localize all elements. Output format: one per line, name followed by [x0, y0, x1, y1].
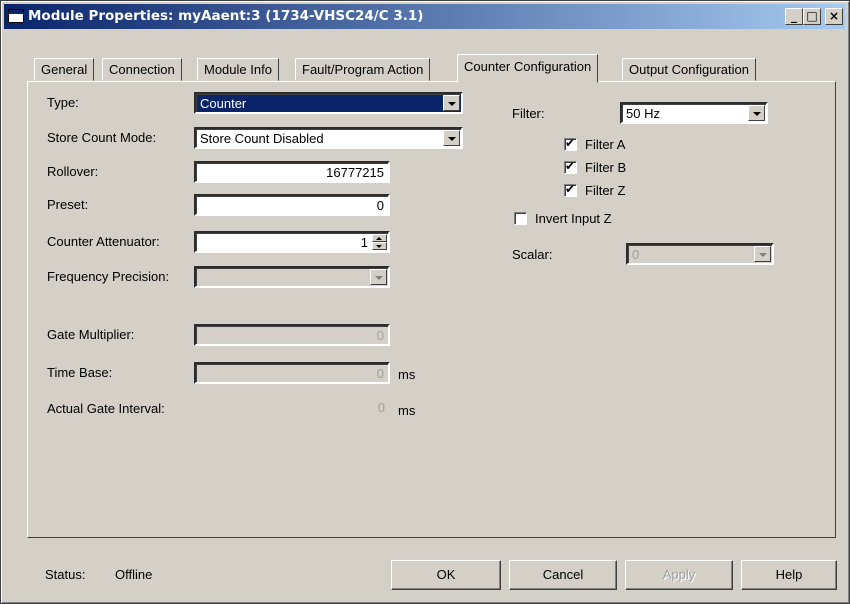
tab-counter-configuration[interactable]: Counter Configuration [457, 54, 599, 83]
ok-button[interactable]: OK [391, 560, 501, 590]
filter-b-checkbox[interactable] [564, 159, 577, 174]
scalar-value: 0 [632, 247, 640, 262]
tab-module-info[interactable]: Module Info [197, 58, 279, 81]
counter-attenuator-value: 1 [360, 235, 368, 250]
filter-value: 50 Hz [626, 106, 660, 121]
filter-a-checkbox[interactable] [564, 136, 577, 151]
tab-fault-program-action[interactable]: Fault/Program Action [295, 58, 431, 81]
counter-configuration-panel [27, 81, 836, 538]
spinner-icon[interactable] [372, 234, 387, 250]
type-select[interactable]: Counter [194, 92, 463, 114]
window-title: Module Properties: myAaent:3 (1734-VHSC2… [28, 8, 424, 24]
store-count-mode-select[interactable]: Store Count Disabled [194, 127, 463, 149]
invert-input-z-checkbox[interactable] [514, 212, 527, 225]
actual-gate-interval-unit: ms [398, 403, 416, 418]
frequency-precision-label: Frequency Precision: [47, 269, 170, 284]
rollover-label: Rollover: [47, 164, 99, 179]
scalar-label: Scalar: [512, 247, 553, 262]
filter-z-checkbox[interactable] [564, 182, 577, 197]
scalar-select[interactable]: 0 [626, 243, 774, 265]
filter-z-label: Filter Z [585, 183, 626, 198]
apply-button[interactable]: Apply [625, 560, 733, 590]
tab-general[interactable]: General [34, 58, 95, 81]
time-base-label: Time Base: [47, 365, 113, 380]
counter-attenuator-label: Counter Attenuator: [47, 234, 160, 249]
type-label: Type: [47, 95, 79, 110]
actual-gate-interval-label: Actual Gate Interval: [47, 401, 165, 416]
filter-a-label: Filter A [585, 137, 626, 152]
help-button[interactable]: Help [741, 560, 837, 590]
cancel-button[interactable]: Cancel [509, 560, 617, 590]
chevron-down-icon[interactable] [754, 246, 771, 262]
time-base-unit: ms [398, 367, 416, 382]
status-label: Status: [45, 567, 86, 582]
chevron-down-icon[interactable] [443, 130, 460, 146]
rollover-input[interactable]: 16777215 [194, 161, 390, 183]
store-count-mode-label: Store Count Mode: [47, 130, 157, 145]
time-base-input[interactable]: 0 [194, 362, 390, 384]
chevron-down-icon[interactable] [370, 269, 387, 285]
filter-b-label: Filter B [585, 160, 627, 175]
title-bar[interactable]: Module Properties: myAaent:3 (1734-VHSC2… [4, 4, 845, 29]
frequency-precision-select[interactable] [194, 266, 390, 288]
status-value: Offline [115, 567, 153, 582]
preset-input[interactable]: 0 [194, 194, 390, 216]
window-icon [8, 9, 24, 23]
minimize-button[interactable]: _ [785, 8, 803, 25]
tab-connection[interactable]: Connection [102, 58, 182, 81]
maximize-button[interactable]: □ [803, 8, 821, 25]
gate-multiplier-input[interactable]: 0 [194, 324, 390, 346]
close-button[interactable]: × [825, 8, 843, 25]
type-value: Counter [200, 96, 247, 111]
chevron-down-icon[interactable] [748, 105, 765, 121]
module-properties-window: Module Properties: myAaent:3 (1734-VHSC2… [0, 0, 850, 604]
store-count-mode-value: Store Count Disabled [200, 131, 324, 146]
filter-select[interactable]: 50 Hz [620, 102, 768, 124]
tab-output-configuration[interactable]: Output Configuration [622, 58, 756, 81]
filter-label: Filter: [512, 106, 545, 121]
actual-gate-interval-value: 0 [377, 400, 385, 415]
gate-multiplier-label: Gate Multiplier: [47, 327, 135, 342]
counter-attenuator-stepper[interactable]: 1 [194, 231, 390, 253]
preset-label: Preset: [47, 197, 89, 212]
chevron-down-icon[interactable] [443, 95, 460, 111]
invert-input-z-label: Invert Input Z [535, 211, 612, 226]
